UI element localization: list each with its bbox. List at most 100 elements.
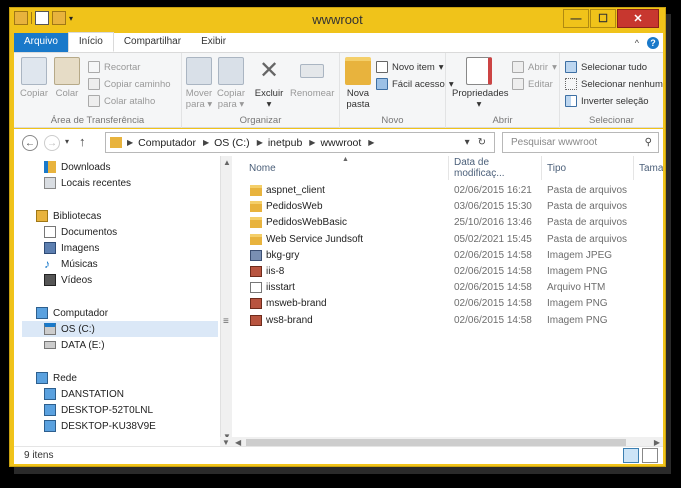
address-history-icon[interactable]: ▾ <box>465 137 470 148</box>
file-row[interactable]: PedidosWeb 03/06/2015 15:30 Pasta de arqui… <box>232 199 663 215</box>
minimize-button[interactable]: — <box>563 9 589 28</box>
cut-button[interactable]: Recortar <box>88 59 140 75</box>
file-type: Pasta de arquivos <box>547 217 628 229</box>
delete-button[interactable]: ✕ Excluir ▾ <box>252 57 286 110</box>
nav-item-libraries[interactable]: Bibliotecas <box>36 208 101 224</box>
collapse-ribbon-icon[interactable]: ^ <box>635 38 639 48</box>
paste-shortcut-button[interactable]: Colar atalho <box>88 93 155 109</box>
navigation-scrollbar[interactable]: ▲ ≡ ▼ <box>220 156 232 446</box>
group-label-select: Selecionar <box>589 115 634 126</box>
back-button[interactable]: ← <box>22 135 38 151</box>
computer-icon <box>36 307 48 319</box>
file-date: 02/06/2015 14:58 <box>454 282 532 294</box>
large-icons-view-button[interactable] <box>642 448 658 463</box>
refresh-icon[interactable]: ↻ <box>478 137 486 148</box>
breadcrumb-separator-icon: ▶ <box>256 138 263 147</box>
file-date: 25/10/2016 13:46 <box>454 217 532 229</box>
breadcrumb-wwwroot[interactable]: wwwroot <box>320 137 361 149</box>
tab-inicio[interactable]: Início <box>67 32 114 52</box>
file-row[interactable]: bkg-gry02/06/2015 14:58Imagem JPEG5 <box>232 248 663 264</box>
paste-button[interactable]: Colar <box>52 57 82 99</box>
maximize-button[interactable]: ☐ <box>590 9 616 28</box>
move-to-button[interactable]: Mover para ▾ <box>184 57 214 110</box>
column-header-name[interactable]: Nome <box>244 156 449 180</box>
breadcrumb-separator-icon: ▶ <box>368 138 375 147</box>
group-clipboard: Copiar Colar Recortar Copiar caminho Col… <box>14 53 182 128</box>
nav-item-documents[interactable]: Documentos <box>44 224 117 240</box>
nav-item-network[interactable]: Rede <box>36 370 77 386</box>
ribbon-tabs: Arquivo Início Compartilhar Exibir ^ ? <box>14 32 663 53</box>
nav-item-data-e[interactable]: DATA (E:) <box>44 337 105 353</box>
nav-item-videos[interactable]: Vídeos <box>44 272 92 288</box>
edit-button[interactable]: Editar <box>512 76 553 92</box>
file-row[interactable]: iisstart 02/06/2015 14:58 Arquivo HTM <box>232 280 663 296</box>
help-icon[interactable]: ? <box>647 36 659 49</box>
file-type: Imagem PNG <box>547 298 608 310</box>
invert-selection-icon <box>565 95 577 107</box>
breadcrumb-computador[interactable]: Computador <box>138 137 196 149</box>
nav-item-danstation[interactable]: DANSTATION <box>44 386 124 402</box>
nav-item-downloads[interactable]: Downloads <box>44 159 110 175</box>
breadcrumb-inetpub[interactable]: inetpub <box>268 137 302 149</box>
new-folder-icon <box>345 57 371 85</box>
breadcrumb-os-c[interactable]: OS (C:) <box>214 137 250 149</box>
search-box[interactable]: Pesquisar wwwroot ⚲ <box>502 132 659 153</box>
scroll-up-icon[interactable]: ▲ <box>223 158 231 167</box>
copy-path-button[interactable]: Copiar caminho <box>88 76 171 92</box>
folder-icon <box>250 233 262 245</box>
file-row[interactable]: msweb-brand 02/06/2015 14:58 Imagem PNG <box>232 296 663 312</box>
tab-exibir[interactable]: Exibir <box>191 33 236 52</box>
file-row[interactable]: ws8-brand 02/06/2015 14:58 Imagem PNG <box>232 313 663 329</box>
forward-button[interactable]: → <box>44 135 60 151</box>
nav-item-computer[interactable]: Computador <box>36 305 108 321</box>
new-folder-button[interactable]: Nova pasta <box>342 57 374 110</box>
tab-compartilhar[interactable]: Compartilhar <box>114 33 191 52</box>
file-name: msweb-brand <box>266 298 327 310</box>
search-icon[interactable]: ⚲ <box>645 137 652 148</box>
file-name: ws8-brand <box>266 314 313 326</box>
address-bar[interactable]: ▶ Computador ▶ OS (C:) ▶ inetpub ▶ wwwro… <box>105 132 495 153</box>
nav-item-pictures[interactable]: Imagens <box>44 240 99 256</box>
column-header-size[interactable]: Tamanh <box>634 156 663 180</box>
column-header-type[interactable]: Tipo <box>542 156 634 180</box>
file-date: 02/06/2015 14:58 <box>454 266 532 277</box>
nav-item-desktop-52t0lnl[interactable]: DESKTOP-52T0LNL <box>44 402 153 418</box>
tab-arquivo[interactable]: Arquivo <box>14 33 68 52</box>
column-header-date[interactable]: Data de modificaç... <box>449 156 542 180</box>
select-none-button[interactable]: Selecionar nenhum <box>565 76 663 92</box>
file-date: 02/06/2015 14:58 <box>454 298 532 310</box>
up-button[interactable]: ↑ <box>79 134 86 149</box>
properties-button[interactable]: Propriedades ▾ <box>452 57 509 110</box>
rename-button[interactable]: Renomear <box>290 57 334 99</box>
open-icon <box>512 61 524 73</box>
nav-item-os-c[interactable]: OS (C:) <box>22 321 218 337</box>
easy-access-button[interactable]: Fácil acesso ▾ <box>376 76 454 92</box>
nav-item-recent-places[interactable]: Locais recentes <box>44 175 131 191</box>
file-date: 02/06/2015 14:58 <box>454 314 532 326</box>
copy-to-button[interactable]: Copiar para ▾ <box>216 57 246 110</box>
file-row[interactable]: PedidosWebBasic 25/10/2016 13:46 Pasta de … <box>232 215 663 231</box>
open-button[interactable]: Abrir ▾ <box>512 59 557 75</box>
folder-icon <box>110 137 122 148</box>
details-view-button[interactable] <box>623 448 639 463</box>
nav-item-desktop-ku38v9e[interactable]: DESKTOP-KU38V9E <box>44 418 156 434</box>
group-label-clipboard: Área de Transferência <box>50 115 145 126</box>
file-row[interactable]: aspnet_client 02/06/2015 16:21 Pasta de ar… <box>232 183 663 199</box>
file-row[interactable]: iis-802/06/2015 14:58Imagem PNG5 <box>232 264 663 280</box>
file-date: 02/06/2015 14:58 <box>454 249 532 261</box>
drive-icon <box>44 341 56 349</box>
file-name: bkg-gry <box>266 249 300 261</box>
copy-button[interactable]: Copiar <box>18 57 50 99</box>
recent-locations-icon[interactable]: ▾ <box>65 137 69 146</box>
splitter-handle-icon[interactable]: ≡ <box>223 316 229 327</box>
invert-selection-button[interactable]: Inverter seleção <box>565 93 649 109</box>
close-button[interactable]: ✕ <box>617 9 659 28</box>
file-date: 02/06/2015 16:21 <box>454 185 532 196</box>
new-item-button[interactable]: Novo item ▾ <box>376 59 444 75</box>
search-input[interactable]: Pesquisar wwwroot <box>511 137 597 148</box>
file-row[interactable]: Web Service Jundsoft 05/02/2021 15:45 Past… <box>232 232 663 248</box>
select-all-button[interactable]: Selecionar tudo <box>565 59 647 75</box>
nav-item-music[interactable]: ♪ Músicas <box>44 256 98 272</box>
move-to-icon <box>186 57 212 85</box>
image-file-icon <box>250 298 262 310</box>
